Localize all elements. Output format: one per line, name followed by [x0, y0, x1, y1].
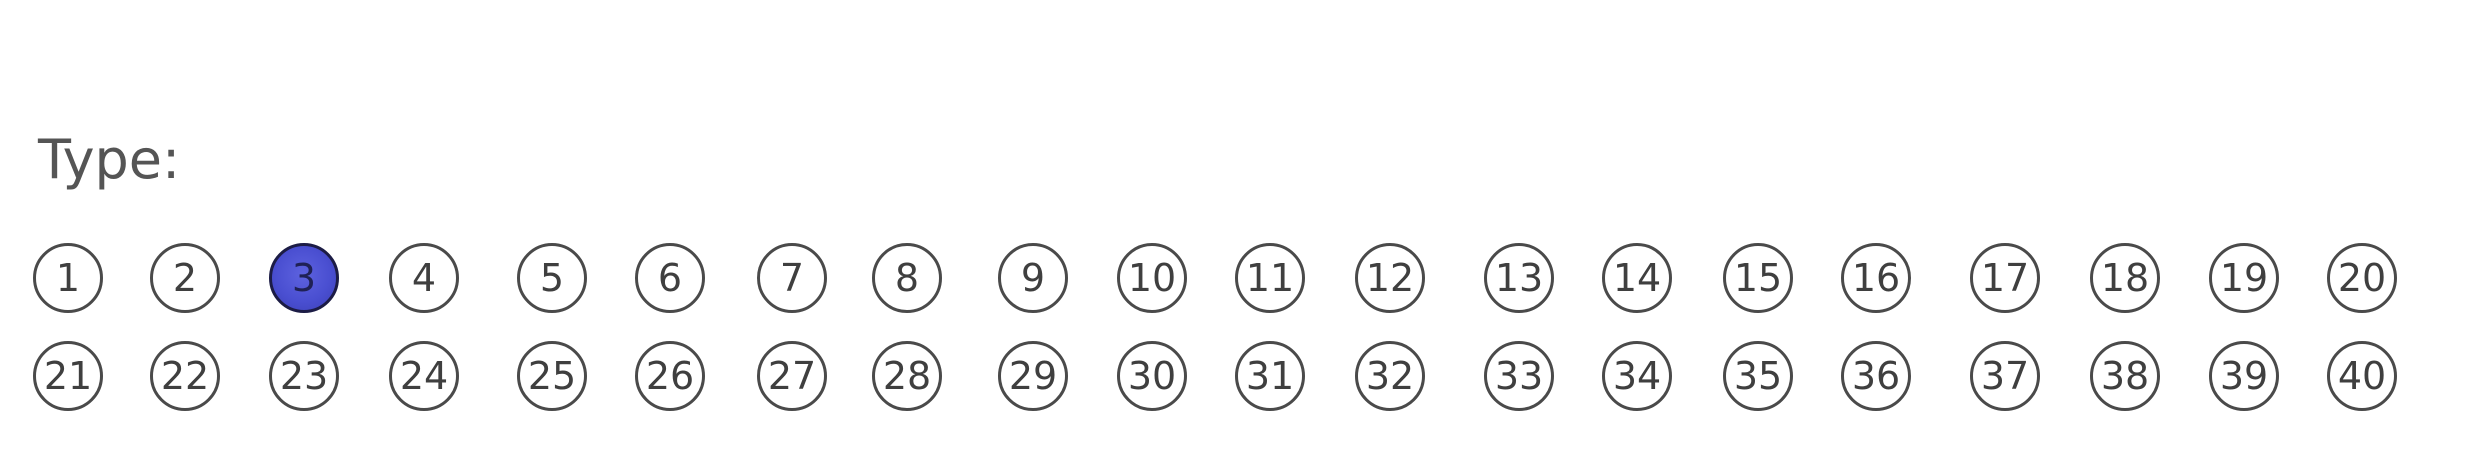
type-option-17[interactable]: 17 — [1970, 243, 2040, 313]
type-option-1[interactable]: 1 — [33, 243, 103, 313]
type-option-18[interactable]: 18 — [2090, 243, 2160, 313]
type-option-14[interactable]: 14 — [1602, 243, 1672, 313]
type-option-33[interactable]: 33 — [1484, 341, 1554, 411]
type-option-27[interactable]: 27 — [757, 341, 827, 411]
type-option-15[interactable]: 15 — [1723, 243, 1793, 313]
type-option-25[interactable]: 25 — [517, 341, 587, 411]
type-option-32[interactable]: 32 — [1355, 341, 1425, 411]
type-option-8[interactable]: 8 — [872, 243, 942, 313]
type-option-12[interactable]: 12 — [1355, 243, 1425, 313]
type-option-grid: 1 2 3 4 5 6 7 8 9 10 11 12 13 14 15 16 17 18 19 20 21 22 23 24 2… — [0, 0, 2480, 457]
type-option-34[interactable]: 34 — [1602, 341, 1672, 411]
type-option-22[interactable]: 22 — [150, 341, 220, 411]
type-option-31[interactable]: 31 — [1235, 341, 1305, 411]
type-option-21[interactable]: 21 — [33, 341, 103, 411]
type-option-2[interactable]: 2 — [150, 243, 220, 313]
type-option-3[interactable]: 3 — [269, 243, 339, 313]
type-option-19[interactable]: 19 — [2209, 243, 2279, 313]
type-option-11[interactable]: 11 — [1235, 243, 1305, 313]
type-option-38[interactable]: 38 — [2090, 341, 2160, 411]
type-option-4[interactable]: 4 — [389, 243, 459, 313]
type-option-23[interactable]: 23 — [269, 341, 339, 411]
type-option-28[interactable]: 28 — [872, 341, 942, 411]
type-option-37[interactable]: 37 — [1970, 341, 2040, 411]
type-option-5[interactable]: 5 — [517, 243, 587, 313]
type-option-6[interactable]: 6 — [635, 243, 705, 313]
type-option-29[interactable]: 29 — [998, 341, 1068, 411]
type-option-7[interactable]: 7 — [757, 243, 827, 313]
type-option-13[interactable]: 13 — [1484, 243, 1554, 313]
type-option-36[interactable]: 36 — [1841, 341, 1911, 411]
type-option-24[interactable]: 24 — [389, 341, 459, 411]
type-option-35[interactable]: 35 — [1723, 341, 1793, 411]
type-option-20[interactable]: 20 — [2327, 243, 2397, 313]
type-option-10[interactable]: 10 — [1117, 243, 1187, 313]
type-option-40[interactable]: 40 — [2327, 341, 2397, 411]
type-option-39[interactable]: 39 — [2209, 341, 2279, 411]
type-option-26[interactable]: 26 — [635, 341, 705, 411]
type-option-30[interactable]: 30 — [1117, 341, 1187, 411]
type-option-16[interactable]: 16 — [1841, 243, 1911, 313]
type-option-9[interactable]: 9 — [998, 243, 1068, 313]
